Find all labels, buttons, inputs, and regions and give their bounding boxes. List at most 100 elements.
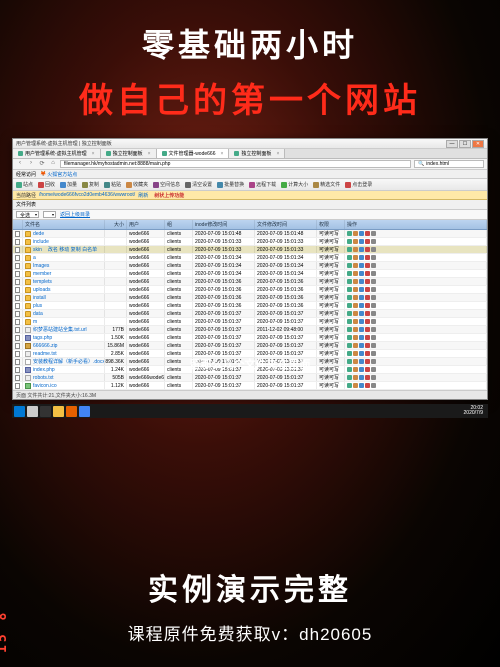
- file-name[interactable]: 666666.zip: [33, 343, 57, 349]
- action-icon[interactable]: [371, 343, 376, 348]
- row-checkbox[interactable]: [15, 239, 20, 245]
- action-icon[interactable]: [353, 231, 358, 236]
- table-row[interactable]: includewode666clients2020-07-09 15:01:33…: [13, 238, 487, 246]
- browser-tab[interactable]: 文件管理器-wode666×: [157, 149, 230, 158]
- taskbar-chrome-icon[interactable]: [79, 406, 90, 417]
- col-action[interactable]: 操作: [345, 220, 487, 229]
- toolbar-item[interactable]: 清空设置: [185, 181, 212, 188]
- table-row[interactable]: readme.txt2.85Kwode666clients2020-07-09 …: [13, 350, 487, 358]
- col-perm[interactable]: 权限: [317, 220, 345, 229]
- current-path[interactable]: /home/wode666fvco2d0emb4636/wwwroot/: [39, 192, 135, 198]
- col-size[interactable]: 大小: [105, 220, 127, 229]
- taskbar-start-icon[interactable]: [14, 406, 25, 417]
- filter-dropdown[interactable]: [43, 211, 56, 218]
- action-icon[interactable]: [365, 287, 370, 292]
- action-icon[interactable]: [347, 303, 352, 308]
- file-name[interactable]: member: [33, 271, 51, 277]
- table-row[interactable]: uploadswode666clients2020-07-09 15:01:36…: [13, 286, 487, 294]
- toolbar-item[interactable]: 加量: [60, 181, 77, 188]
- action-icon[interactable]: [365, 367, 370, 372]
- action-icon[interactable]: [365, 327, 370, 332]
- toolbar-item[interactable]: 收藏夹: [126, 181, 148, 188]
- table-row[interactable]: dedewode666clients2020-07-09 15:01:48202…: [13, 230, 487, 238]
- row-checkbox[interactable]: [15, 327, 20, 333]
- action-icon[interactable]: [347, 263, 352, 268]
- maximize-button[interactable]: ☐: [459, 140, 471, 148]
- action-icon[interactable]: [371, 279, 376, 284]
- action-icon[interactable]: [353, 271, 358, 276]
- toolbar-item[interactable]: 复制: [82, 181, 99, 188]
- action-icon[interactable]: [359, 343, 364, 348]
- row-checkbox[interactable]: [15, 367, 20, 373]
- action-icon[interactable]: [371, 255, 376, 260]
- row-checkbox[interactable]: [15, 247, 20, 253]
- action-icon[interactable]: [365, 383, 370, 388]
- action-icon[interactable]: [371, 367, 376, 372]
- row-checkbox[interactable]: [15, 375, 20, 381]
- action-icon[interactable]: [359, 335, 364, 340]
- table-row[interactable]: skin改名 移动 复制 白名单wode666clients2020-07-09…: [13, 246, 487, 254]
- action-icon[interactable]: [359, 271, 364, 276]
- toolbar-item[interactable]: 空间信息: [153, 181, 180, 188]
- row-checkbox[interactable]: [15, 263, 20, 269]
- action-icon[interactable]: [353, 311, 358, 316]
- taskbar-cortana-icon[interactable]: [40, 406, 51, 417]
- table-row[interactable]: datawode666clients2020-07-09 15:01:37202…: [13, 310, 487, 318]
- action-icon[interactable]: [365, 231, 370, 236]
- tab-close-icon[interactable]: ×: [148, 151, 151, 157]
- action-icon[interactable]: [365, 359, 370, 364]
- browser-tab[interactable]: 用户管理系统-虚拟主机管理×: [13, 149, 101, 158]
- action-icon[interactable]: [371, 383, 376, 388]
- action-icon[interactable]: [359, 263, 364, 268]
- row-checkbox[interactable]: [15, 319, 20, 325]
- browser-tab[interactable]: 独立控制面板×: [101, 149, 157, 158]
- action-icon[interactable]: [347, 231, 352, 236]
- action-icon[interactable]: [371, 319, 376, 324]
- action-icon[interactable]: [365, 335, 370, 340]
- taskbar-explorer-icon[interactable]: [53, 406, 64, 417]
- col-user[interactable]: 用户: [127, 220, 165, 229]
- action-icon[interactable]: [365, 351, 370, 356]
- action-icon[interactable]: [371, 231, 376, 236]
- action-icon[interactable]: [353, 303, 358, 308]
- row-checkbox[interactable]: [15, 295, 20, 301]
- row-checkbox[interactable]: [15, 335, 20, 341]
- row-checkbox[interactable]: [15, 343, 20, 349]
- taskbar-firefox-icon[interactable]: [66, 406, 77, 417]
- table-row[interactable]: robots.txt505Bwode666wode666wode666clien…: [13, 374, 487, 382]
- table-row[interactable]: tags.php1.50Kwode666clients2020-07-09 15…: [13, 334, 487, 342]
- action-icon[interactable]: [347, 383, 352, 388]
- file-name[interactable]: dede: [33, 231, 44, 237]
- action-icon[interactable]: [353, 239, 358, 244]
- file-name[interactable]: m: [33, 319, 37, 325]
- row-checkbox[interactable]: [15, 279, 20, 285]
- action-icon[interactable]: [359, 255, 364, 260]
- inline-actions[interactable]: 改名 移动 复制 白名单: [48, 246, 97, 253]
- select-all-dropdown[interactable]: 全选: [16, 211, 39, 218]
- action-icon[interactable]: [353, 247, 358, 252]
- file-name[interactable]: Images: [33, 263, 49, 269]
- action-icon[interactable]: [347, 311, 352, 316]
- file-name[interactable]: templets: [33, 279, 52, 285]
- action-icon[interactable]: [353, 295, 358, 300]
- row-checkbox[interactable]: [15, 255, 20, 261]
- file-name[interactable]: index.php: [33, 367, 55, 373]
- file-name[interactable]: tags.php: [33, 335, 52, 341]
- action-icon[interactable]: [353, 335, 358, 340]
- toolbar-item[interactable]: 批量替换: [217, 181, 244, 188]
- action-icon[interactable]: [359, 375, 364, 380]
- col-mtime[interactable]: 文件修改时间: [255, 220, 317, 229]
- action-icon[interactable]: [359, 327, 364, 332]
- tab-close-icon[interactable]: ×: [276, 151, 279, 157]
- action-icon[interactable]: [371, 351, 376, 356]
- col-group[interactable]: 组: [165, 220, 193, 229]
- action-icon[interactable]: [371, 271, 376, 276]
- table-row[interactable]: templetswode666clients2020-07-09 15:01:3…: [13, 278, 487, 286]
- action-icon[interactable]: [353, 287, 358, 292]
- row-checkbox[interactable]: [15, 351, 20, 357]
- action-icon[interactable]: [371, 327, 376, 332]
- table-row[interactable]: installwode666clients2020-07-09 15:01:36…: [13, 294, 487, 302]
- table-row[interactable]: Imageswode666clients2020-07-09 15:01:342…: [13, 262, 487, 270]
- table-row[interactable]: 666666.zip15.86Mwode666clients2020-07-09…: [13, 342, 487, 350]
- browser-tab[interactable]: 独立控制面板×: [229, 149, 285, 158]
